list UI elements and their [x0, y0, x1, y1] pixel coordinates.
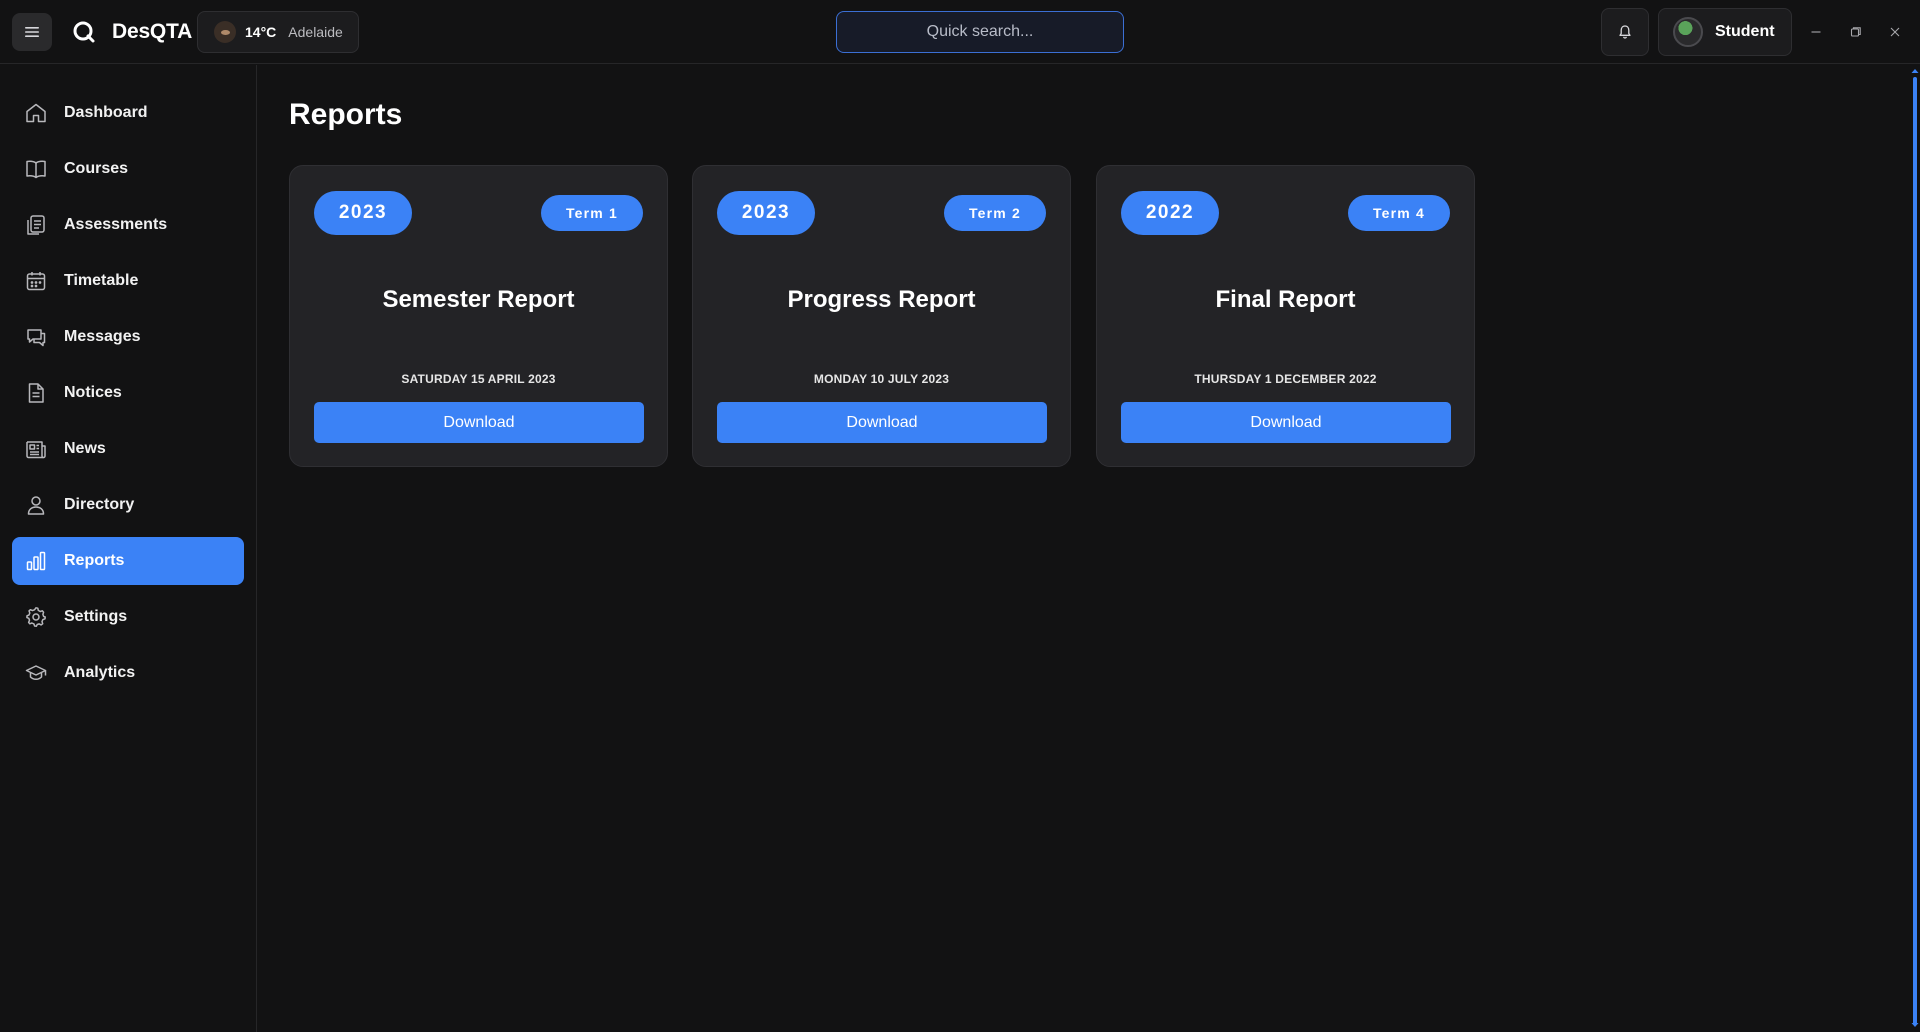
user-menu-button[interactable]: Student [1658, 8, 1792, 56]
minimize-icon [1811, 31, 1821, 33]
minimize-button[interactable] [1806, 22, 1826, 42]
weather-widget[interactable]: 14°C Adelaide [197, 11, 359, 53]
report-title: Final Report [1215, 286, 1356, 313]
report-title: Progress Report [787, 286, 976, 313]
download-button[interactable]: Download [314, 402, 644, 443]
hamburger-icon [25, 27, 39, 37]
sidebar-item-label: Dashboard [64, 104, 148, 121]
close-button[interactable] [1885, 22, 1905, 42]
notifications-button[interactable] [1601, 8, 1649, 56]
report-card: 2023 Term 1 Semester Report SATURDAY 15 … [289, 165, 668, 467]
sidebar-item-label: Courses [64, 160, 129, 177]
sidebar-item-label: Timetable [64, 272, 139, 289]
term-badge: Term 4 [1348, 195, 1450, 231]
sidebar-item-timetable[interactable]: Timetable [12, 257, 244, 305]
scroll-down-arrow-icon[interactable] [1910, 1021, 1920, 1029]
sidebar-item-label: Settings [64, 608, 128, 625]
graduation-cap-icon [25, 665, 47, 681]
bar-chart-icon [26, 551, 46, 571]
quick-search-input[interactable] [836, 11, 1124, 53]
app-logo-icon [73, 21, 95, 43]
page-title: Reports [289, 98, 403, 131]
user-name: Student [1715, 23, 1775, 40]
scroll-up-arrow-icon[interactable] [1910, 67, 1920, 75]
bell-icon [1619, 25, 1631, 39]
person-icon [27, 496, 45, 515]
sidebar-item-label: Directory [64, 496, 135, 513]
year-badge: 2023 [717, 191, 815, 235]
sidebar-item-news[interactable]: News [12, 425, 244, 473]
report-card: 2022 Term 4 Final Report THURSDAY 1 DECE… [1096, 165, 1475, 467]
sidebar-item-label: Analytics [64, 664, 136, 681]
sidebar-item-label: Notices [64, 384, 122, 401]
sidebar-item-analytics[interactable]: Analytics [12, 649, 244, 697]
report-card: 2023 Term 2 Progress Report MONDAY 10 JU… [692, 165, 1071, 467]
report-title: Semester Report [382, 286, 575, 313]
sidebar-item-settings[interactable]: Settings [12, 593, 244, 641]
scrollbar-thumb[interactable] [1913, 77, 1917, 1025]
avatar [1673, 17, 1703, 47]
sidebar-item-messages[interactable]: Messages [12, 313, 244, 361]
vertical-scrollbar[interactable] [1910, 65, 1920, 1032]
weather-temperature: 14°C [245, 24, 277, 40]
maximize-button[interactable] [1846, 22, 1866, 42]
sidebar-item-assessments[interactable]: Assessments [12, 201, 244, 249]
top-bar: DesQTA 14°C Adelaide Student [0, 0, 1920, 64]
year-badge: 2022 [1121, 191, 1219, 235]
app-title: DesQTA [112, 20, 193, 43]
restore-icon [1850, 27, 1861, 37]
newspaper-icon [26, 441, 46, 459]
sidebar-item-dashboard[interactable]: Dashboard [12, 89, 244, 137]
report-date: THURSDAY 1 DECEMBER 2022 [1194, 372, 1377, 386]
home-icon [26, 103, 46, 123]
sidebar-item-label: Messages [64, 328, 141, 345]
weather-city: Adelaide [288, 24, 343, 40]
download-button[interactable]: Download [717, 402, 1047, 443]
report-date: SATURDAY 15 APRIL 2023 [401, 372, 556, 386]
book-icon [26, 160, 46, 179]
sidebar-item-notices[interactable]: Notices [12, 369, 244, 417]
sidebar-item-label: Reports [64, 552, 125, 569]
download-button[interactable]: Download [1121, 402, 1451, 443]
clipboard-icon [27, 215, 45, 235]
sidebar-item-directory[interactable]: Directory [12, 481, 244, 529]
year-badge: 2023 [314, 191, 412, 235]
report-date: MONDAY 10 JULY 2023 [813, 372, 950, 386]
calendar-icon [26, 272, 46, 291]
term-badge: Term 1 [541, 195, 643, 231]
document-icon [28, 383, 44, 403]
app-window: DesQTA 14°C Adelaide Student [0, 0, 1920, 1032]
sidebar-item-label: Assessments [64, 216, 168, 233]
sidebar-item-label: News [64, 440, 106, 457]
menu-toggle-button[interactable] [12, 13, 52, 51]
gear-icon [26, 607, 46, 627]
weather-icon [214, 21, 236, 43]
close-icon [1890, 27, 1900, 37]
sidebar-item-courses[interactable]: Courses [12, 145, 244, 193]
term-badge: Term 2 [944, 195, 1046, 231]
sidebar-item-reports[interactable]: Reports [12, 537, 244, 585]
sidebar: Dashboard Courses Assessments Timetable … [0, 65, 257, 1032]
chat-icon [27, 329, 46, 347]
